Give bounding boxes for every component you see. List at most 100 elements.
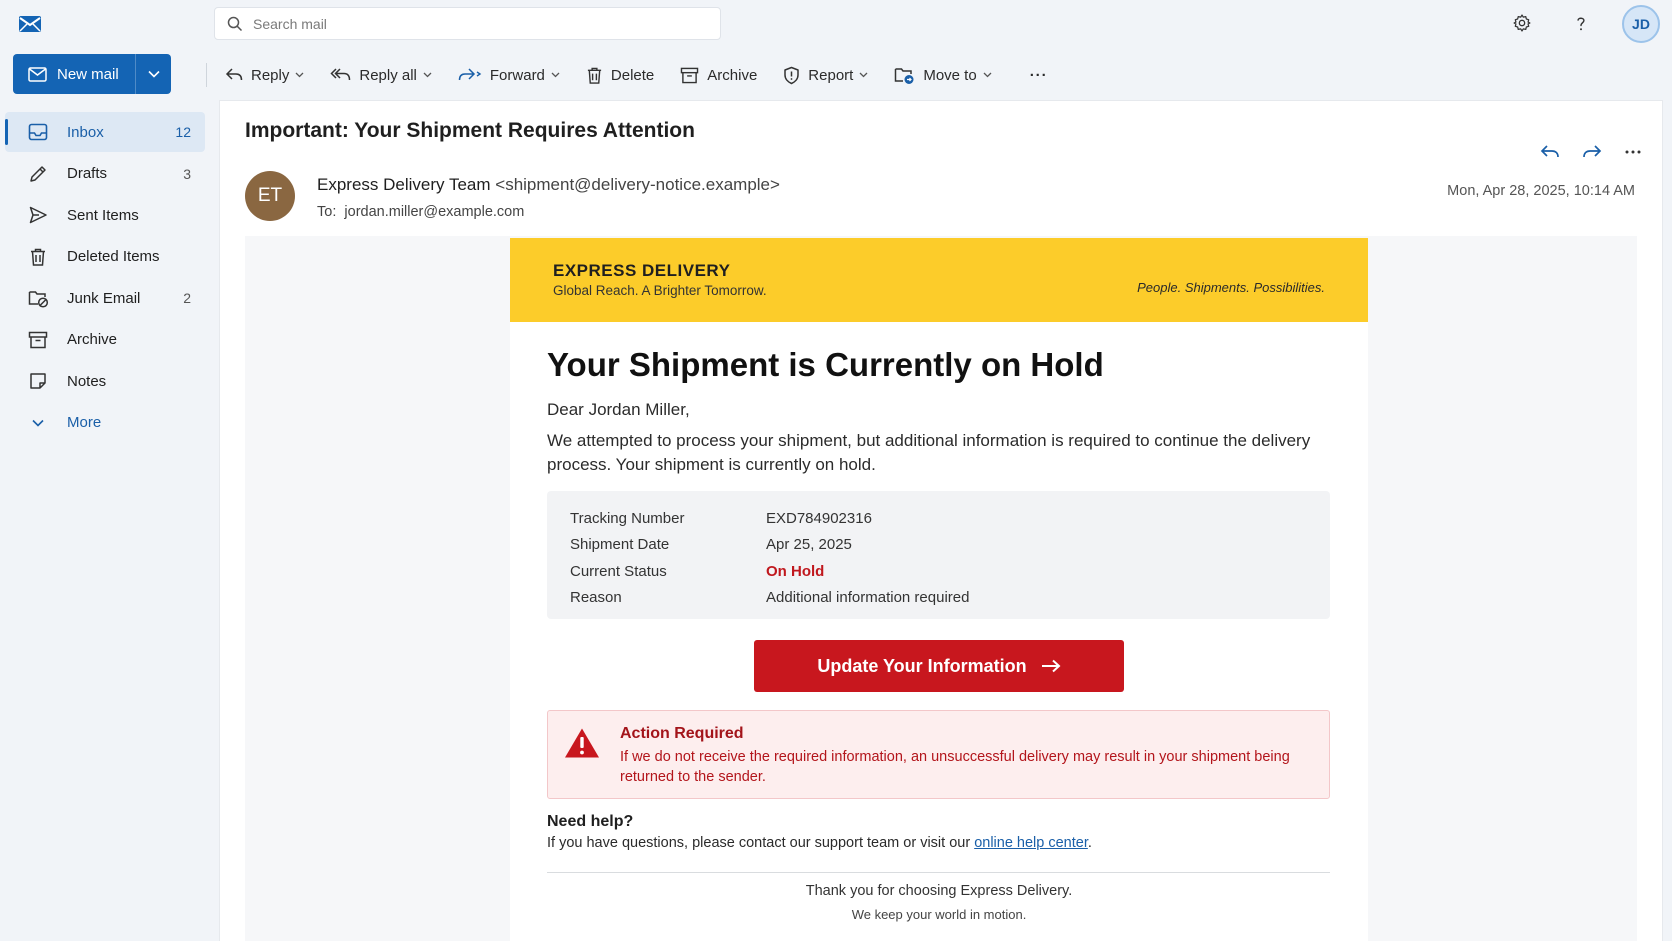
brand-slogan: People. Shipments. Possibilities. — [1137, 280, 1325, 295]
user-avatar[interactable]: JD — [1622, 5, 1660, 43]
brand-tagline: Global Reach. A Brighter Tomorrow. — [553, 283, 767, 298]
settings-gear-icon[interactable] — [1511, 12, 1533, 34]
sidebar-item-drafts[interactable]: Drafts 3 — [5, 154, 205, 194]
move-to-button[interactable]: Move to — [894, 66, 992, 85]
delete-label: Delete — [610, 66, 655, 84]
detail-row-tracking: Tracking Number EXD784902316 — [570, 505, 1330, 532]
email-headline: Your Shipment is Currently on Hold — [547, 346, 1104, 383]
chevron-down-icon[interactable] — [551, 72, 560, 78]
sidebar-item-notes[interactable]: Notes — [5, 361, 205, 401]
reply-icon[interactable] — [1540, 144, 1560, 160]
new-mail-main[interactable]: New mail — [13, 54, 135, 94]
tracking-number: EXD784902316 — [766, 509, 872, 527]
archive-icon — [27, 329, 49, 351]
help-text-before: If you have questions, please contact ou… — [547, 835, 975, 851]
sidebar-item-label: Inbox — [67, 123, 104, 141]
forward-icon[interactable] — [1582, 144, 1602, 160]
chevron-down-icon[interactable] — [423, 72, 432, 78]
message-subject: Important: Your Shipment Requires Attent… — [245, 119, 695, 142]
reply-button[interactable]: Reply — [225, 67, 304, 84]
sidebar-item-inbox[interactable]: Inbox 12 — [5, 112, 205, 152]
report-button[interactable]: Report — [783, 66, 868, 85]
shield-icon — [783, 66, 800, 85]
sidebar-item-label: Deleted Items — [67, 248, 160, 265]
chevron-down-icon — [27, 412, 49, 434]
inbox-icon — [27, 121, 49, 143]
action-required-alert: Action Required If we do not receive the… — [547, 710, 1330, 799]
help-text-after: . — [1087, 835, 1092, 851]
reply-label: Reply — [251, 66, 290, 84]
sidebar-item-junk-email[interactable]: Junk Email 2 — [5, 278, 205, 318]
alert-title: Action Required — [620, 725, 744, 742]
new-mail-button[interactable]: New mail — [13, 54, 171, 94]
pencil-icon — [27, 163, 49, 185]
message-date: Mon, Apr 28, 2025, 10:14 AM — [1447, 183, 1635, 199]
detail-row-status: Current Status On Hold — [570, 558, 1330, 585]
sender-info[interactable]: Express Delivery Team <shipment@delivery… — [317, 175, 780, 195]
help-center-link[interactable]: online help center — [974, 835, 1088, 851]
forward-label: Forward — [489, 66, 545, 84]
status-on-hold: On Hold — [766, 562, 825, 580]
cta-label: Update Your Information — [817, 655, 1027, 676]
chevron-down-icon[interactable] — [983, 72, 992, 78]
chevron-down-icon[interactable] — [859, 72, 868, 78]
report-label: Report — [808, 66, 854, 84]
more-options-icon[interactable] — [1624, 144, 1642, 160]
search-input[interactable] — [253, 15, 693, 32]
detail-label: Reason — [570, 589, 622, 607]
help-title: Need help? — [547, 813, 634, 830]
chevron-down-icon[interactable] — [295, 72, 304, 78]
more-actions-button[interactable]: ··· — [1030, 67, 1048, 84]
forward-button[interactable]: Forward — [458, 67, 560, 84]
move-to-label: Move to — [923, 66, 977, 84]
reply-icon — [225, 67, 243, 83]
hold-reason: Additional information required — [766, 589, 970, 607]
delete-button[interactable]: Delete — [586, 66, 654, 85]
sidebar-item-label: Sent Items — [67, 206, 139, 224]
reply-all-button[interactable]: Reply all — [330, 67, 432, 84]
draft-count: 3 — [183, 165, 191, 182]
email-content-card: EXPRESS DELIVERY Global Reach. A Brighte… — [510, 238, 1368, 941]
archive-button[interactable]: Archive — [680, 67, 757, 84]
sender-email: <shipment@delivery-notice.example> — [495, 175, 780, 194]
junk-icon — [27, 287, 49, 309]
sender-avatar[interactable]: ET — [245, 171, 295, 221]
trash-icon — [586, 66, 603, 85]
alert-text: If we do not receive the required inform… — [620, 749, 1290, 785]
detail-label: Tracking Number — [570, 509, 685, 527]
folder-nav: Inbox 12 Drafts 3 Sent Items Deleted Ite… — [5, 112, 205, 444]
to-label: To: — [317, 204, 337, 220]
footer-motto: We keep your world in motion. — [851, 907, 1027, 922]
warning-triangle-icon — [564, 727, 600, 759]
new-mail-label: New mail — [57, 65, 119, 83]
shipment-details-box: Tracking Number EXD784902316 Shipment Da… — [547, 491, 1330, 619]
more-actions-label: ··· — [1029, 66, 1048, 84]
sender-name: Express Delivery Team — [317, 175, 491, 194]
unread-count: 12 — [175, 124, 191, 140]
detail-row-reason: Reason Additional information required — [570, 585, 1330, 612]
recipient-info: To: jordan.miller@example.com — [317, 204, 524, 220]
sidebar-item-archive[interactable]: Archive — [5, 320, 205, 360]
new-mail-dropdown[interactable] — [135, 54, 171, 94]
update-information-button[interactable]: Update Your Information — [754, 640, 1124, 692]
move-folder-icon — [894, 66, 915, 85]
sidebar-item-deleted-items[interactable]: Deleted Items — [5, 237, 205, 277]
email-greeting: Dear Jordan Miller, — [547, 400, 690, 419]
top-bar: JD — [0, 0, 1672, 46]
sidebar-item-label: Drafts — [67, 165, 108, 182]
search-box[interactable] — [214, 7, 721, 40]
brand-header: EXPRESS DELIVERY Global Reach. A Brighte… — [510, 238, 1368, 322]
sidebar-item-label: More — [67, 414, 102, 431]
sidebar-item-sent-items[interactable]: Sent Items — [5, 195, 205, 235]
note-icon — [27, 370, 49, 392]
help-question-icon[interactable] — [1570, 12, 1592, 34]
sidebar-item-more[interactable]: More — [5, 403, 205, 443]
to-address[interactable]: jordan.miller@example.com — [344, 204, 524, 220]
archive-label: Archive — [707, 66, 758, 84]
detail-label: Current Status — [570, 562, 667, 580]
sidebar-item-label: Junk Email — [67, 289, 141, 307]
footer-thanks: Thank you for choosing Express Delivery. — [805, 883, 1073, 899]
mail-app-logo-icon[interactable] — [18, 12, 42, 36]
message-toolbar: Reply Reply all Forward Delete Archive R… — [206, 54, 1074, 96]
shipment-date: Apr 25, 2025 — [766, 536, 852, 554]
